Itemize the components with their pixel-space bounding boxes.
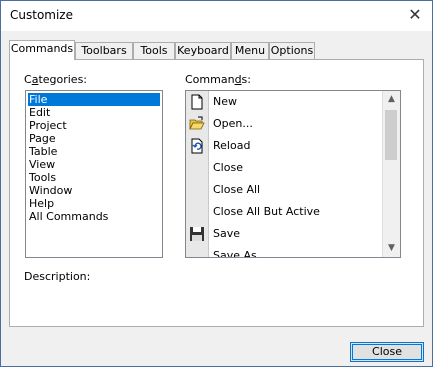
new-document-icon bbox=[191, 94, 203, 110]
tab-commands[interactable]: Commands bbox=[9, 40, 75, 60]
list-item[interactable]: All Commands bbox=[28, 210, 108, 223]
command-label: Save As... bbox=[213, 249, 268, 258]
list-item[interactable]: Table bbox=[28, 145, 57, 158]
tab-options[interactable]: Options bbox=[269, 42, 315, 59]
label-part: d bbox=[234, 73, 242, 86]
tab-toolbars[interactable]: Toolbars bbox=[75, 42, 133, 59]
list-item[interactable]: Edit bbox=[28, 106, 50, 119]
label-part: Comman bbox=[185, 73, 235, 86]
commands-list[interactable]: New Open... Reload Close Close All Close… bbox=[185, 90, 401, 258]
tab-label: Tools bbox=[140, 44, 168, 57]
commands-scrollbar[interactable]: ▲ ▼ bbox=[382, 91, 400, 257]
scroll-down-icon[interactable]: ▼ bbox=[383, 240, 400, 257]
commands-label: Commands: bbox=[185, 73, 251, 86]
label-part: tegories: bbox=[38, 73, 88, 86]
window-title: Customize bbox=[10, 8, 73, 22]
list-item[interactable]: Help bbox=[28, 197, 54, 210]
list-item[interactable]: New bbox=[186, 91, 383, 113]
command-label: New bbox=[213, 95, 237, 108]
label-part: C bbox=[24, 73, 32, 86]
command-label: Close All bbox=[213, 183, 261, 196]
list-item[interactable]: Page bbox=[28, 132, 56, 145]
tab-label: Keyboard bbox=[177, 44, 229, 57]
commands-tab-panel: Categories: File Edit Project Page Table… bbox=[9, 59, 424, 327]
tab-menu[interactable]: Menu bbox=[231, 42, 269, 59]
label-part: s: bbox=[241, 73, 251, 86]
close-button[interactable]: Close bbox=[350, 342, 424, 362]
open-folder-icon bbox=[189, 116, 205, 130]
tab-label: Menu bbox=[234, 44, 266, 57]
tab-label: Toolbars bbox=[81, 44, 127, 57]
list-item[interactable]: Close All bbox=[186, 179, 383, 201]
list-item[interactable]: Save As... bbox=[186, 245, 383, 258]
list-item[interactable]: Close bbox=[186, 157, 383, 179]
list-item[interactable]: Reload bbox=[186, 135, 383, 157]
scroll-thumb[interactable] bbox=[385, 110, 397, 160]
command-label: Save bbox=[213, 227, 241, 240]
list-item[interactable]: Save bbox=[186, 223, 383, 245]
tab-label: Commands bbox=[10, 42, 74, 55]
list-item[interactable]: Window bbox=[28, 184, 72, 197]
list-item[interactable]: Close All But Active bbox=[186, 201, 383, 223]
reload-icon bbox=[191, 138, 203, 154]
customize-dialog: Customize ✕ Commands Toolbars Tools Keyb… bbox=[0, 0, 433, 367]
categories-list[interactable]: File Edit Project Page Table View Tools … bbox=[25, 90, 163, 258]
categories-label: Categories: bbox=[24, 73, 87, 86]
tab-keyboard[interactable]: Keyboard bbox=[175, 42, 231, 59]
description-label: Description: bbox=[24, 270, 91, 283]
list-item[interactable]: Tools bbox=[28, 171, 56, 184]
command-label: Reload bbox=[213, 139, 251, 152]
save-disk-icon bbox=[190, 227, 204, 241]
list-item[interactable]: View bbox=[28, 158, 55, 171]
close-window-icon[interactable]: ✕ bbox=[407, 7, 423, 23]
list-item[interactable]: Open... bbox=[186, 113, 383, 135]
tab-tools[interactable]: Tools bbox=[133, 42, 175, 59]
command-label: Close bbox=[213, 161, 243, 174]
command-label: Open... bbox=[213, 117, 253, 130]
list-item[interactable]: Project bbox=[28, 119, 67, 132]
command-label: Close All But Active bbox=[213, 205, 320, 218]
tab-label: Options bbox=[270, 44, 314, 57]
scroll-up-icon[interactable]: ▲ bbox=[383, 91, 400, 108]
title-bar: Customize ✕ bbox=[1, 1, 432, 31]
list-item[interactable]: File bbox=[28, 93, 160, 106]
